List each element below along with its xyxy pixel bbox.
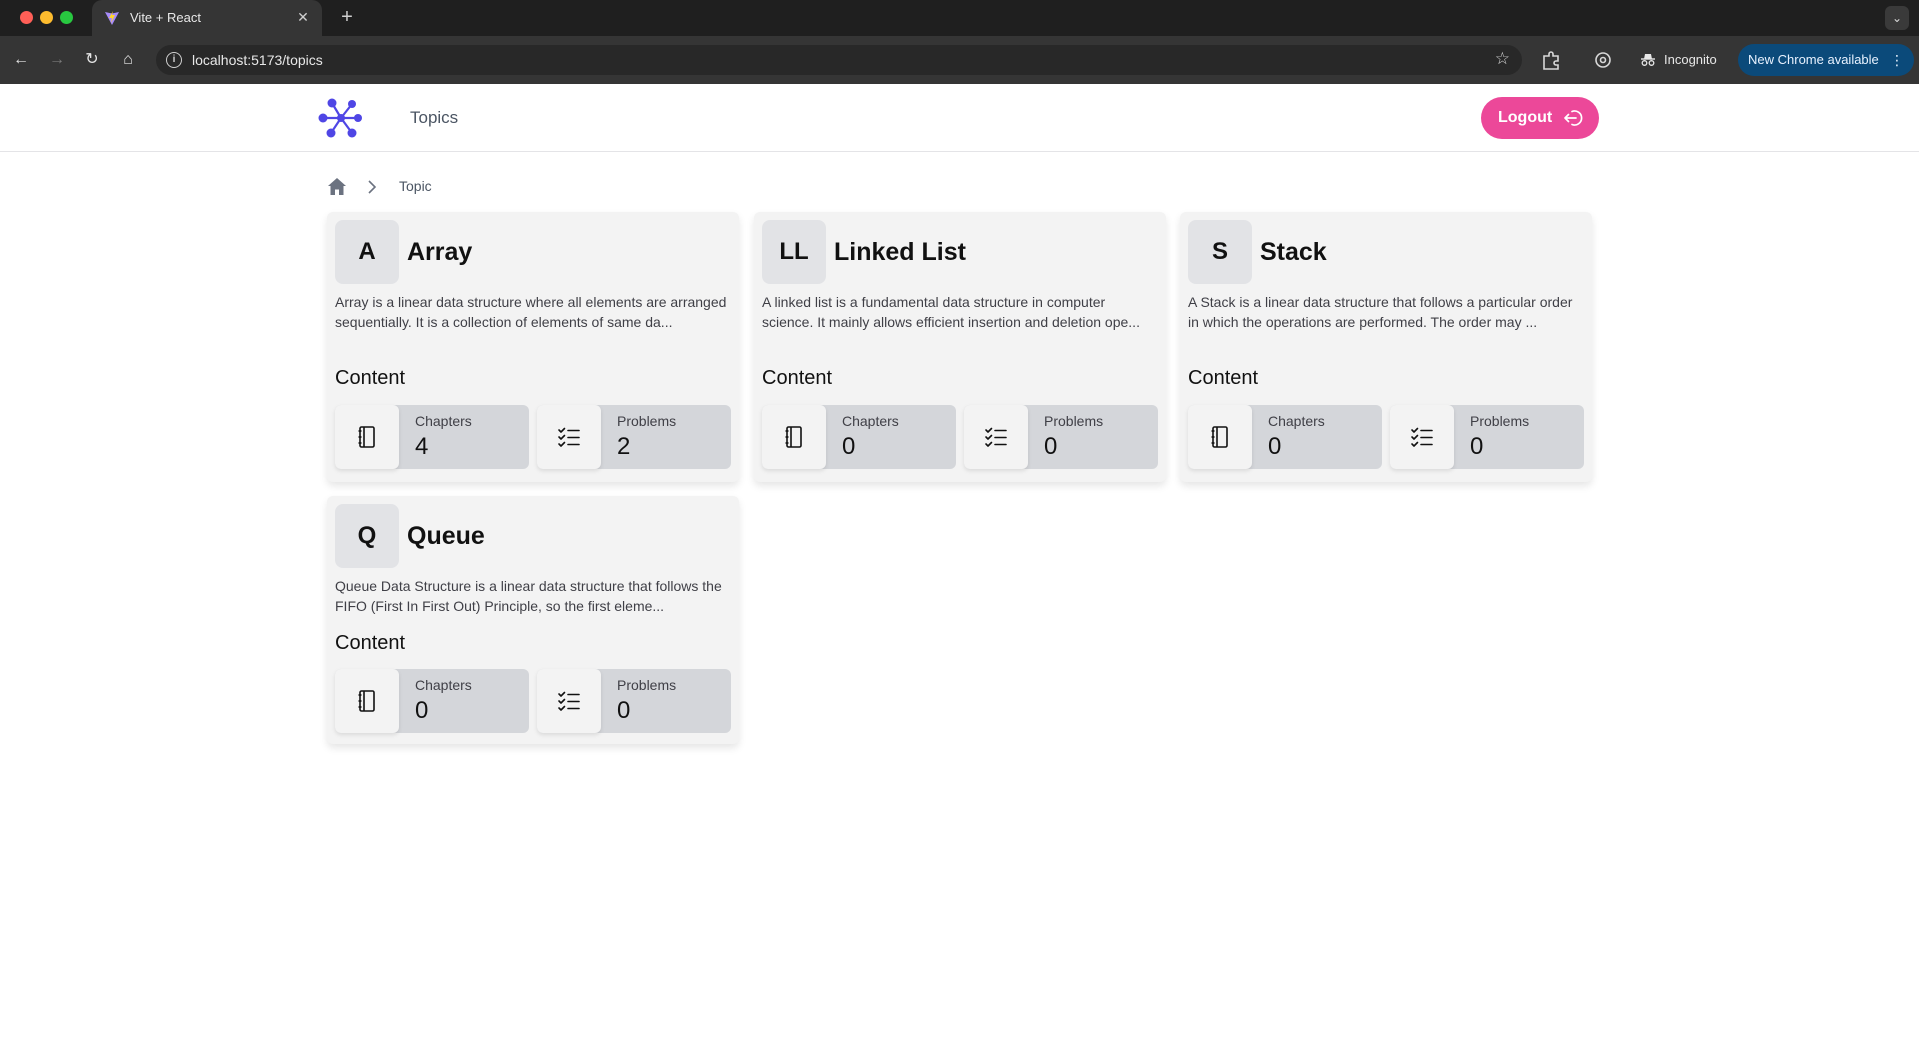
problems-stat[interactable]: Problems 0	[537, 669, 731, 733]
topic-description: Array is a linear data structure where a…	[335, 294, 727, 330]
checklist-icon	[537, 405, 601, 469]
problems-label: Problems	[617, 413, 677, 429]
topic-avatar: Q	[335, 504, 399, 568]
new-tab-button[interactable]: +	[336, 7, 358, 29]
tab-title: Vite + React	[130, 10, 201, 25]
problems-stat[interactable]: Problems 0	[1390, 405, 1584, 469]
notebook-icon	[335, 405, 399, 469]
checklist-icon	[964, 405, 1028, 469]
notebook-icon	[335, 669, 399, 733]
notebook-icon	[1188, 405, 1252, 469]
topic-avatar: S	[1188, 220, 1252, 284]
problems-label: Problems	[617, 677, 677, 693]
topic-avatar: LL	[762, 220, 826, 284]
close-tab-icon[interactable]: ✕	[294, 8, 312, 26]
lens-icon[interactable]	[1591, 48, 1615, 72]
chevron-right-icon	[368, 180, 377, 194]
breadcrumb-current: Topic	[399, 178, 432, 194]
problems-count: 2	[617, 433, 631, 460]
browser-toolbar: ← → ↻ ⌂ i localhost:5173/topics ☆ Incogn…	[0, 36, 1919, 84]
topic-title[interactable]: Queue	[407, 522, 485, 551]
notebook-icon	[762, 405, 826, 469]
site-info-icon[interactable]: i	[166, 52, 182, 68]
app-logo-icon[interactable]	[318, 96, 364, 140]
maximize-window-button[interactable]	[60, 11, 73, 24]
topic-description: Queue Data Structure is a linear data st…	[335, 578, 722, 614]
chapters-count: 0	[842, 433, 856, 460]
content-heading: Content	[335, 632, 406, 654]
vite-favicon-icon	[105, 11, 119, 25]
browser-tab-bar: Vite + React ✕ + ⌄	[0, 0, 1919, 36]
topic-card-linked-list[interactable]: LL Linked List A linked list is a fundam…	[754, 212, 1166, 482]
extensions-icon[interactable]	[1539, 48, 1563, 72]
update-label: New Chrome available	[1748, 52, 1879, 67]
problems-count: 0	[1470, 433, 1484, 460]
chapters-count: 0	[1268, 433, 1282, 460]
problems-label: Problems	[1044, 413, 1104, 429]
chapters-label: Chapters	[842, 413, 899, 429]
bookmark-star-icon[interactable]: ☆	[1495, 49, 1510, 69]
content-heading: Content	[335, 367, 406, 389]
tab-search-button[interactable]: ⌄	[1885, 6, 1909, 30]
incognito-indicator[interactable]: Incognito	[1630, 44, 1729, 76]
chapters-stat[interactable]: Chapters 0	[762, 405, 956, 469]
checklist-icon	[537, 669, 601, 733]
topic-card-array[interactable]: A Array Array is a linear data structure…	[327, 212, 739, 482]
topic-title[interactable]: Linked List	[834, 238, 966, 267]
problems-label: Problems	[1470, 413, 1530, 429]
chapters-stat[interactable]: Chapters 4	[335, 405, 529, 469]
chapters-label: Chapters	[1268, 413, 1325, 429]
nav-link-topics[interactable]: Topics	[410, 108, 458, 128]
topic-title[interactable]: Array	[407, 238, 472, 267]
incognito-label: Incognito	[1664, 52, 1717, 67]
back-icon[interactable]: ←	[9, 48, 33, 72]
checklist-icon	[1390, 405, 1454, 469]
content-heading: Content	[762, 367, 833, 389]
incognito-icon	[1641, 54, 1655, 66]
home-icon[interactable]: ⌂	[116, 48, 140, 72]
topic-title[interactable]: Stack	[1260, 238, 1327, 267]
close-window-button[interactable]	[20, 11, 33, 24]
content-heading: Content	[1188, 367, 1259, 389]
more-menu-icon[interactable]: ⋮	[1890, 44, 1904, 76]
logout-button[interactable]: Logout	[1481, 97, 1599, 139]
address-url[interactable]: localhost:5173/topics	[192, 52, 323, 68]
browser-tab[interactable]: Vite + React ✕	[92, 0, 322, 36]
problems-count: 0	[617, 697, 631, 724]
app-header: Topics Logout	[0, 84, 1919, 152]
forward-icon[interactable]: →	[45, 48, 69, 72]
problems-count: 0	[1044, 433, 1058, 460]
chapters-label: Chapters	[415, 677, 472, 693]
topic-avatar: A	[335, 220, 399, 284]
topic-card-queue[interactable]: Q Queue Queue Data Structure is a linear…	[327, 496, 739, 744]
problems-stat[interactable]: Problems 2	[537, 405, 731, 469]
topic-description: A Stack is a linear data structure that …	[1188, 294, 1573, 330]
chapters-count: 0	[415, 697, 429, 724]
chapters-count: 4	[415, 433, 429, 460]
home-breadcrumb-icon[interactable]	[327, 177, 347, 196]
logout-label: Logout	[1498, 109, 1553, 126]
chapters-stat[interactable]: Chapters 0	[335, 669, 529, 733]
chrome-update-button[interactable]: New Chrome available ⋮	[1738, 44, 1914, 76]
reload-icon[interactable]: ↻	[80, 48, 104, 72]
logout-icon	[1564, 110, 1583, 126]
chapters-label: Chapters	[415, 413, 472, 429]
minimize-window-button[interactable]	[40, 11, 53, 24]
topic-description: A linked list is a fundamental data stru…	[762, 294, 1140, 330]
chapters-stat[interactable]: Chapters 0	[1188, 405, 1382, 469]
problems-stat[interactable]: Problems 0	[964, 405, 1158, 469]
address-bar[interactable]: i localhost:5173/topics ☆	[156, 45, 1522, 75]
topic-card-stack[interactable]: S Stack A Stack is a linear data structu…	[1180, 212, 1592, 482]
